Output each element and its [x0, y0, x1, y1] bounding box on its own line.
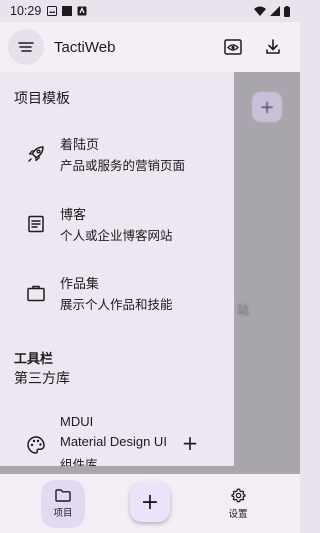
rocket-icon [28, 146, 44, 162]
download-button[interactable] [262, 36, 284, 58]
app-title: TactiWeb [54, 38, 116, 56]
navigation-drawer: 项目模板 着陆页 产品或服务的营销页面 博客 个人或企业博客网站 作品集 展示个… [0, 72, 234, 466]
wifi-icon [254, 6, 266, 16]
signal-icon [270, 6, 280, 16]
nav-label-projects: 项目 [53, 508, 73, 519]
app-bar: TactiWeb [0, 22, 300, 72]
template-item-portfolio[interactable]: 作品集 展示个人作品和技能 [0, 265, 234, 325]
status-right [254, 5, 290, 17]
template-subtitle: 个人或企业博客网站 [60, 228, 173, 243]
add-library-button[interactable]: + [181, 433, 199, 453]
download-icon [266, 39, 280, 54]
palette-icon [27, 436, 45, 454]
third-party-section-title: 第三方库 [14, 371, 70, 387]
battery-icon [284, 5, 290, 17]
app-bar-actions [222, 36, 284, 58]
template-subtitle: 产品或服务的营销页面 [60, 158, 186, 173]
nav-label-settings: 设置 [228, 508, 248, 520]
article-icon [28, 215, 44, 233]
menu-icon [18, 42, 34, 52]
background-text: 站 [237, 303, 250, 317]
status-bar: 10:29 [0, 0, 300, 22]
templates-section-title: 项目模板 [14, 91, 70, 107]
preview-icon [224, 39, 242, 55]
template-item-landing[interactable]: 着陆页 产品或服务的营销页面 [0, 126, 234, 186]
library-description: 组件库 [60, 457, 98, 466]
status-time: 10:29 [10, 4, 42, 18]
gear-icon [230, 488, 246, 502]
library-full-name: Material Design UI [60, 434, 167, 449]
library-item-mdui[interactable]: MDUI Material Design UI 组件库 + [0, 408, 234, 466]
template-item-blog[interactable]: 博客 个人或企业博客网站 [0, 196, 234, 256]
briefcase-icon [27, 285, 45, 302]
app-notification-icon [77, 6, 87, 16]
add-project-fab[interactable]: + [130, 482, 170, 522]
nav-item-projects[interactable]: 项目 [41, 480, 85, 528]
template-title: 作品集 [60, 277, 100, 292]
nav-item-settings[interactable]: 设置 [216, 474, 260, 533]
template-title: 博客 [60, 208, 87, 223]
folder-icon [55, 489, 71, 502]
template-subtitle: 展示个人作品和技能 [60, 297, 173, 312]
library-name: MDUI [60, 414, 94, 429]
image-notification-icon [47, 6, 58, 16]
template-title: 着陆页 [60, 138, 100, 153]
menu-button[interactable] [8, 29, 44, 65]
toolbar-section-title: 工具栏 [14, 352, 54, 367]
background-add-button: + [252, 92, 282, 122]
preview-button[interactable] [222, 36, 244, 58]
notification-square-icon [62, 6, 73, 16]
